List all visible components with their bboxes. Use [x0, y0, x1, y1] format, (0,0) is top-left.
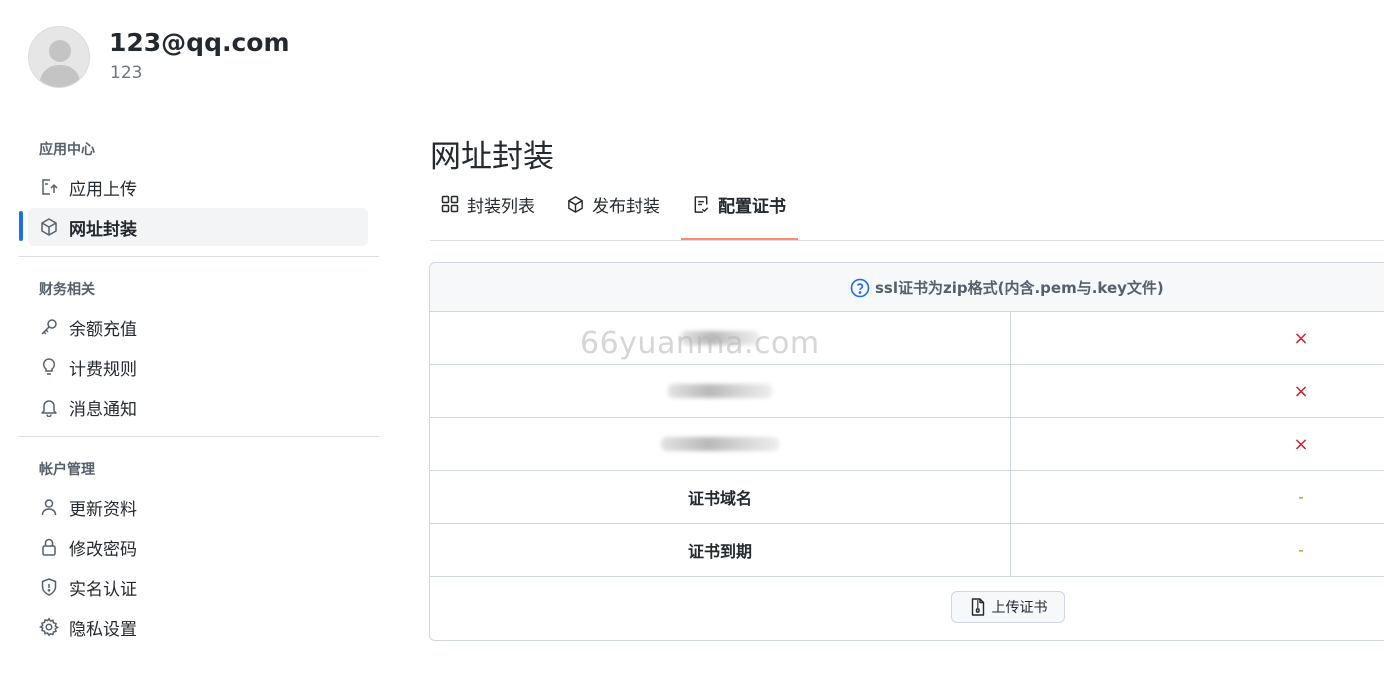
sidebar-item-profile[interactable]: 更新资料 [28, 488, 368, 526]
sidebar-item-label: 修改密码 [69, 539, 137, 560]
cert-domain-label: 证书域名 [430, 471, 1011, 523]
sidebar-item-label: 消息通知 [69, 399, 137, 420]
tab-label: 发布封装 [592, 196, 660, 217]
tab-label: 配置证书 [718, 196, 786, 217]
status-missing-icon: × [1293, 327, 1309, 349]
cert-expiry-value: - [1298, 541, 1304, 559]
active-indicator [19, 211, 23, 241]
upload-certificate-button[interactable]: 上传证书 [951, 591, 1065, 623]
lightbulb-icon [38, 356, 60, 378]
status-missing-icon: × [1293, 433, 1309, 455]
sidebar-item-verification[interactable]: 实名认证 [28, 568, 368, 606]
section-title-account: 帐户管理 [39, 462, 95, 478]
certificate-panel-header: ssl证书为zip格式(内含.pem与.key文件) [430, 263, 1384, 312]
certificate-panel: ssl证书为zip格式(内含.pem与.key文件) × × × 证书域名 - … [429, 262, 1384, 641]
upload-certificate-label: 上传证书 [991, 600, 1048, 616]
certificate-format-hint: ssl证书为zip格式(内含.pem与.key文件) [875, 279, 1164, 297]
watermark: 66yuanma.com [580, 326, 820, 361]
file-zip-icon [969, 598, 987, 616]
tab-publish-package[interactable]: 发布封装 [565, 190, 660, 218]
sidebar-item-label: 更新资料 [69, 499, 137, 520]
table-row: × [430, 418, 1384, 471]
sidebar-item-label: 余额充值 [69, 319, 137, 340]
sidebar-item-label: 计费规则 [69, 359, 137, 380]
cert-expiry-label: 证书到期 [430, 524, 1011, 576]
sidebar-item-label: 网址封装 [69, 219, 137, 240]
sidebar-divider [19, 436, 379, 437]
app-upload-icon [38, 176, 60, 198]
sidebar-item-label: 实名认证 [69, 579, 137, 600]
cert-file-label-blurred [430, 418, 1011, 470]
user-name: 123 [110, 63, 143, 83]
redacted-text [661, 437, 779, 451]
sidebar-item-privacy-settings[interactable]: 隐私设置 [28, 608, 368, 646]
sidebar-item-change-password[interactable]: 修改密码 [28, 528, 368, 566]
tab-configure-certificate[interactable]: 配置证书 [691, 190, 786, 218]
user-email: 123@qq.com [109, 28, 290, 57]
lock-icon [38, 536, 60, 558]
cert-file-label-blurred [430, 365, 1011, 417]
bell-icon [38, 396, 60, 418]
page-title: 网址封装 [430, 139, 554, 175]
package-icon [565, 194, 585, 214]
sidebar-item-label: 应用上传 [69, 179, 137, 200]
status-missing-icon: × [1293, 380, 1309, 402]
active-tab-underline [681, 238, 798, 240]
tab-label: 封装列表 [467, 196, 535, 217]
table-row: 证书到期 - [430, 524, 1384, 577]
cert-domain-value: - [1298, 488, 1304, 506]
package-icon [38, 216, 60, 238]
file-check-icon [691, 194, 711, 214]
redacted-text [668, 384, 772, 398]
sidebar-item-notifications[interactable]: 消息通知 [28, 388, 368, 426]
tabs-divider [430, 240, 1384, 241]
sidebar-item-label: 隐私设置 [69, 619, 137, 640]
gear-icon [38, 616, 60, 638]
grid-icon [440, 194, 460, 214]
person-icon [38, 496, 60, 518]
avatar [28, 26, 90, 88]
sidebar-item-url-package[interactable]: 网址封装 [28, 208, 368, 246]
section-title-app-center: 应用中心 [39, 142, 95, 158]
section-title-finance: 财务相关 [39, 282, 95, 298]
table-row: 证书域名 - [430, 471, 1384, 524]
sidebar-item-recharge[interactable]: 余额充值 [28, 308, 368, 346]
question-circle-icon [850, 278, 870, 298]
table-row: × [430, 312, 1384, 365]
tab-package-list[interactable]: 封装列表 [440, 190, 535, 218]
table-row: × [430, 365, 1384, 418]
shield-icon [38, 576, 60, 598]
sidebar-item-app-upload[interactable]: 应用上传 [28, 168, 368, 206]
sidebar-divider [19, 256, 379, 257]
sidebar-item-billing-rules[interactable]: 计费规则 [28, 348, 368, 386]
key-icon [38, 316, 60, 338]
